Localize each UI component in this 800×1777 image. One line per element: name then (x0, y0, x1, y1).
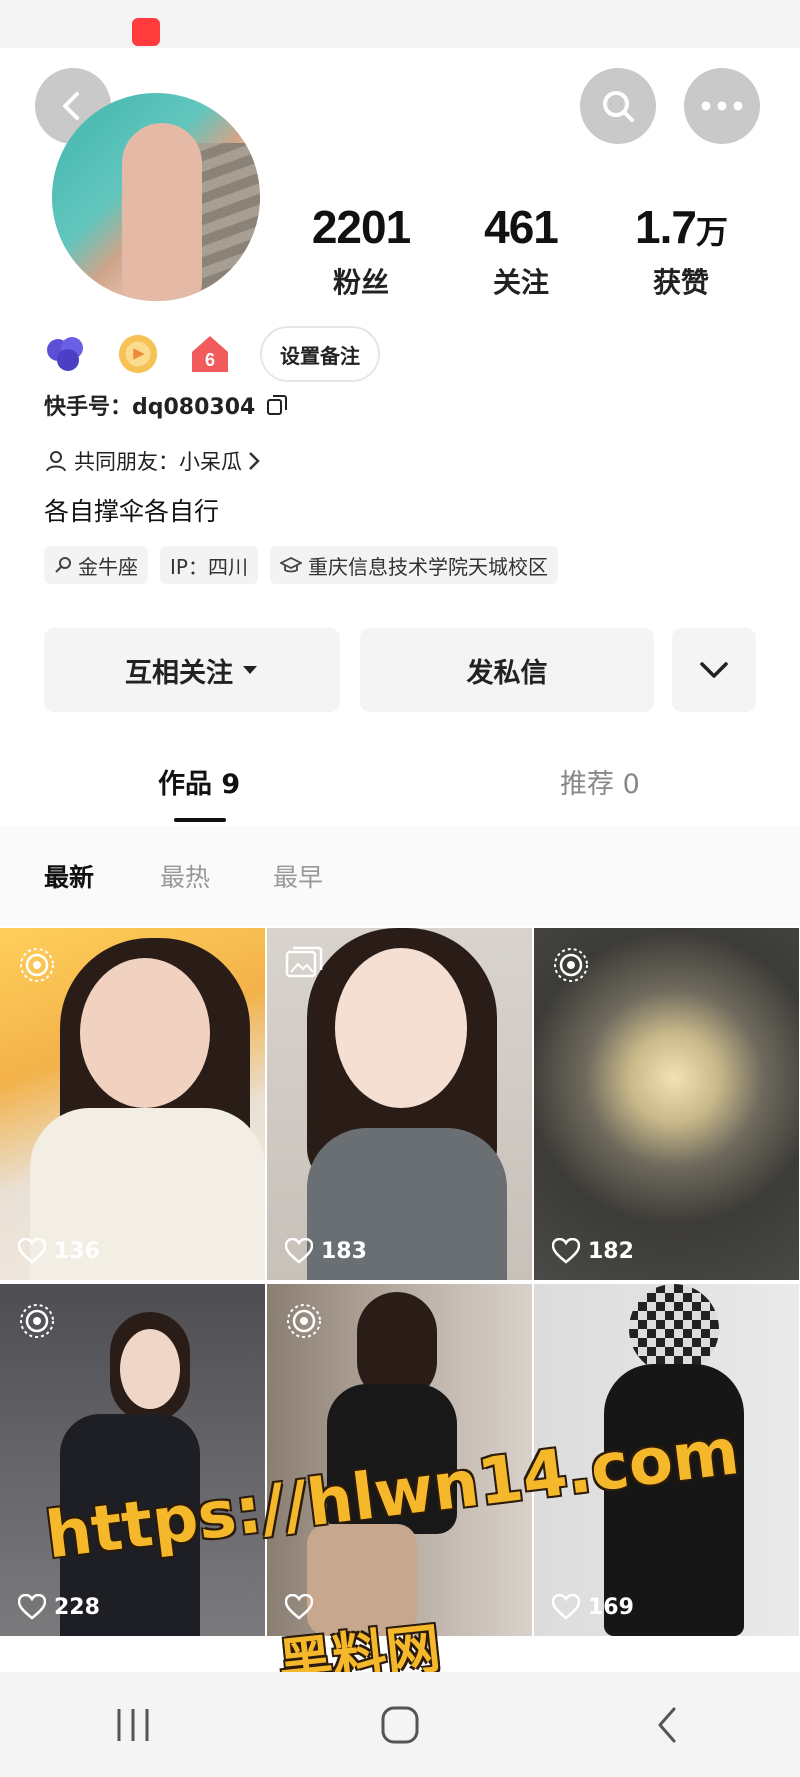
sort-hottest[interactable]: 最热 (160, 858, 210, 894)
sort-options: 最新 最热 最早 (0, 826, 800, 926)
live-photo-icon (287, 1304, 321, 1338)
back-arrow-icon (658, 1707, 676, 1742)
post-likes-count: 136 (54, 1238, 100, 1264)
post-likes-count: 228 (54, 1594, 100, 1620)
stat-value: 2201 (311, 201, 411, 253)
caret-down-icon (243, 666, 257, 674)
post-tile[interactable]: 182 (534, 928, 799, 1280)
stat-followers[interactable]: 2201 粉丝 (286, 200, 436, 301)
post-likes-count: 182 (588, 1238, 634, 1264)
content-tabs: 作品 9 推荐 0 (0, 740, 800, 826)
tag-ip: IP：四川 (160, 546, 258, 584)
expand-recommend-button[interactable] (672, 628, 756, 712)
tag-zodiac-label: 金牛座 (78, 554, 138, 579)
live-photo-icon (20, 948, 54, 982)
badge-row: 6 设置备注 (44, 325, 380, 383)
more-button[interactable] (684, 68, 760, 144)
live-photo-icon (20, 1304, 54, 1338)
posts-grid: 136 183 182 228 169 (0, 928, 800, 1668)
heart-icon (285, 1238, 313, 1264)
post-likes: 228 (18, 1594, 100, 1620)
person-icon (46, 451, 66, 472)
mutual-friends-row[interactable]: 共同朋友：小呆瓜 (44, 444, 262, 478)
avatar[interactable] (52, 93, 260, 301)
heart-icon (18, 1238, 46, 1264)
zodiac-icon (55, 557, 71, 573)
stat-label: 粉丝 (332, 266, 389, 299)
mutual-follow-button[interactable]: 互相关注 (44, 628, 340, 712)
app-notification-icon (132, 18, 160, 46)
follow-button-label: 互相关注 (125, 657, 233, 689)
set-note-button[interactable]: 设置备注 (260, 326, 380, 382)
recent-apps-button[interactable] (93, 1685, 173, 1765)
post-likes: 169 (552, 1594, 634, 1620)
stat-unit: 万 (695, 214, 728, 250)
stat-following[interactable]: 461 关注 (446, 200, 596, 301)
post-tile[interactable] (267, 1284, 532, 1636)
tab-works[interactable]: 作品 9 (158, 762, 240, 801)
recent-apps-icon (117, 1708, 149, 1741)
message-button-label: 发私信 (466, 657, 548, 689)
post-likes (285, 1594, 321, 1620)
photo-album-icon (285, 946, 323, 978)
grape-badge-icon[interactable] (44, 332, 88, 376)
post-tile[interactable]: 136 (0, 928, 265, 1280)
active-tab-indicator (174, 818, 226, 822)
tag-zodiac: 金牛座 (44, 546, 148, 584)
post-tile[interactable]: 169 (534, 1284, 799, 1636)
home-level-badge-icon[interactable]: 6 (188, 332, 232, 376)
post-likes: 182 (552, 1238, 634, 1264)
stat-value: 1.7 (635, 201, 697, 253)
status-bar (0, 0, 800, 48)
copy-icon[interactable] (265, 393, 289, 417)
search-button[interactable] (580, 68, 656, 144)
chevron-right-icon (249, 452, 260, 470)
live-photo-icon (554, 948, 588, 982)
tag-school[interactable]: 重庆信息技术学院天城校区 (269, 546, 558, 584)
stat-likes[interactable]: 1.7万 获赞 (606, 200, 756, 301)
bio: 各自撑伞各自行 (44, 497, 220, 526)
heart-icon (552, 1594, 580, 1620)
post-likes-count: 183 (321, 1238, 367, 1264)
tag-school-label: 重庆信息技术学院天城校区 (307, 554, 548, 579)
sort-newest[interactable]: 最新 (44, 858, 94, 894)
kwai-id-text: 快手号：dq080304 (44, 395, 256, 420)
tag-ip-label: IP：四川 (170, 554, 248, 579)
level-badge-number: 6 (205, 350, 215, 370)
post-tile[interactable]: 183 (267, 928, 532, 1280)
kwai-id: 快手号：dq080304 (44, 388, 289, 422)
search-icon (603, 91, 634, 122)
more-dots-icon (701, 101, 743, 111)
post-likes: 183 (285, 1238, 367, 1264)
heart-icon (552, 1238, 580, 1264)
profile-tags: 金牛座 IP：四川 重庆信息技术学院天城校区 (44, 546, 570, 584)
post-likes: 136 (18, 1238, 100, 1264)
heart-icon (18, 1594, 46, 1620)
mutual-friends-text: 共同朋友：小呆瓜 (74, 450, 242, 474)
nav-back-button[interactable] (627, 1685, 707, 1765)
home-button[interactable] (360, 1685, 440, 1765)
stat-label: 关注 (492, 266, 549, 299)
send-message-button[interactable]: 发私信 (360, 628, 654, 712)
stat-label: 获赞 (652, 266, 709, 299)
tab-recommended[interactable]: 推荐 0 (560, 762, 640, 801)
mosaic-face (629, 1284, 719, 1374)
medal-badge-icon[interactable] (116, 332, 160, 376)
home-icon (381, 1706, 419, 1743)
heart-icon (285, 1594, 313, 1620)
graduation-cap-icon (279, 556, 302, 573)
sort-earliest[interactable]: 最早 (273, 858, 323, 894)
chevron-down-icon (700, 662, 728, 678)
post-tile[interactable]: 228 (0, 1284, 265, 1636)
stat-value: 461 (484, 201, 559, 253)
post-likes-count: 169 (588, 1594, 634, 1620)
system-nav-bar (0, 1672, 800, 1777)
